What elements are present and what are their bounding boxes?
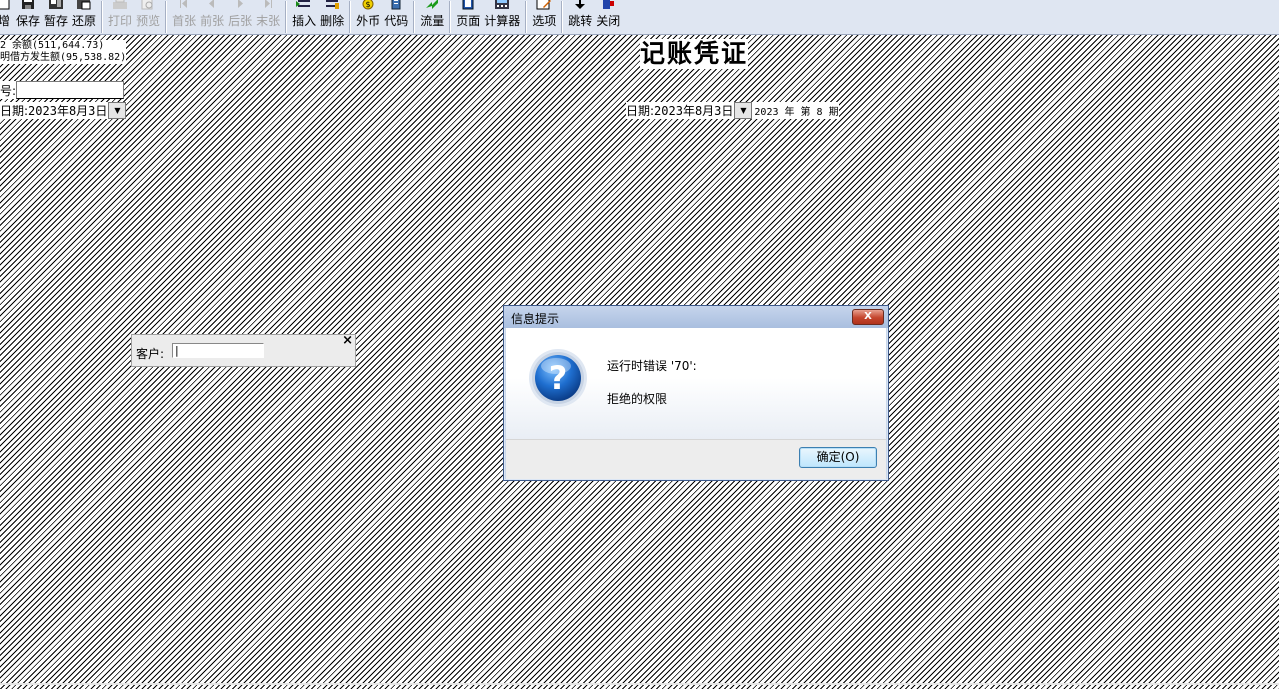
toolbar-separator [561,1,564,33]
delete-button[interactable]: 删除 [318,0,346,34]
save-icon [20,0,36,11]
right-date-field: 日期: 2023年8月3日 ▼ 2023 年 第 8 期 [626,102,839,119]
first-icon [176,0,192,11]
svg-text:$: $ [366,0,371,9]
right-date-value: 2023年8月3日 [654,104,734,118]
dialog-titlebar[interactable]: 信息提示 X [504,306,888,328]
dialog-message-detail: 拒绝的权限 [607,392,668,406]
chevron-down-icon[interactable]: ▼ [108,102,127,119]
toolbar-separator [525,1,528,33]
close-button[interactable]: 关闭 [594,0,622,34]
prev-button[interactable]: 前张 [198,0,226,34]
prev-icon [204,0,220,11]
toolbar-separator [101,1,104,33]
last-button[interactable]: 末张 [254,0,282,34]
new-icon [0,0,12,11]
message-dialog: 信息提示 X ? 运行时错误 '70': 拒绝的权限 确定(O) [503,305,889,481]
preview-button[interactable]: 预览 [134,0,162,34]
options-icon [536,0,552,11]
restore-icon [76,0,92,11]
print-icon [112,0,128,11]
left-date-label: 日期: [0,104,29,118]
right-date-label: 日期: [626,104,655,118]
dialog-footer: 确定(O) [506,439,886,479]
currency-button[interactable]: $ 外币 [354,0,382,34]
left-date-field: 日期: 2023年8月3日 ▼ [0,102,127,119]
flow-icon [424,0,440,11]
customer-input[interactable]: | [172,343,264,358]
stash-icon [48,0,64,11]
chevron-down-icon[interactable]: ▼ [734,102,753,119]
voucher-number-field: 号: [0,81,125,99]
customer-popup: 客户: | × [131,334,356,367]
debit-amount-line: 明借方发生额(95,538.82) [0,52,127,63]
preview-icon [140,0,156,11]
voucher-number-label: 号: [0,83,17,98]
next-button[interactable]: 后张 [226,0,254,34]
page-button[interactable]: 页面 [454,0,482,34]
next-icon [232,0,248,11]
dialog-body: ? 运行时错误 '70': 拒绝的权限 [506,328,886,439]
toolbar-separator [165,1,168,33]
insert-button[interactable]: 插入 [290,0,318,34]
code-button[interactable]: 代码 [382,0,410,34]
left-date-picker[interactable]: 2023年8月3日 ▼ [28,102,127,119]
flow-button[interactable]: 流量 [418,0,446,34]
toolbar: 增 保存 暂存 还原 打印 预览 首张 前张 后张 末张 插入 [0,0,1279,35]
jump-button[interactable]: 跳转 [566,0,594,34]
delete-icon [324,0,340,11]
print-button[interactable]: 打印 [106,0,134,34]
period-text: 2023 年 第 8 期 [754,107,839,118]
toolbar-separator [449,1,452,33]
ok-button[interactable]: 确定(O) [799,447,877,468]
right-date-picker[interactable]: 2023年8月3日 ▼ [654,102,753,119]
new-button[interactable]: 增 [0,0,14,34]
svg-text:?: ? [549,359,568,397]
dialog-close-button[interactable]: X [852,309,884,325]
dialog-message-error: 运行时错误 '70': [607,359,697,373]
first-button[interactable]: 首张 [170,0,198,34]
calculator-button[interactable]: 计算器 [482,0,522,34]
stash-button[interactable]: 暂存 [42,0,70,34]
close-icon [600,0,616,11]
options-button[interactable]: 选项 [530,0,558,34]
code-icon [388,0,404,11]
balance-info: 2 余额(511,644.73) 明借方发生额(95,538.82) [0,40,127,64]
toolbar-separator [349,1,352,33]
bottom-divider [0,683,1279,685]
currency-icon: $ [360,0,376,11]
jump-icon [572,0,588,11]
voucher-number-input[interactable] [16,81,125,99]
question-icon: ? [528,348,588,408]
save-button[interactable]: 保存 [14,0,42,34]
last-icon [260,0,276,11]
calculator-icon [494,0,510,11]
balance-line: 2 余额(511,644.73) [0,40,105,51]
dialog-title: 信息提示 [511,312,560,326]
left-date-value: 2023年8月3日 [28,104,108,118]
toolbar-separator [413,1,416,33]
close-icon[interactable]: × [342,334,353,347]
toolbar-separator [285,1,288,33]
insert-icon [296,0,312,11]
page-icon [460,0,476,11]
customer-label: 客户: [136,347,165,361]
restore-button[interactable]: 还原 [70,0,98,34]
voucher-title: 记账凭证 [640,39,749,69]
